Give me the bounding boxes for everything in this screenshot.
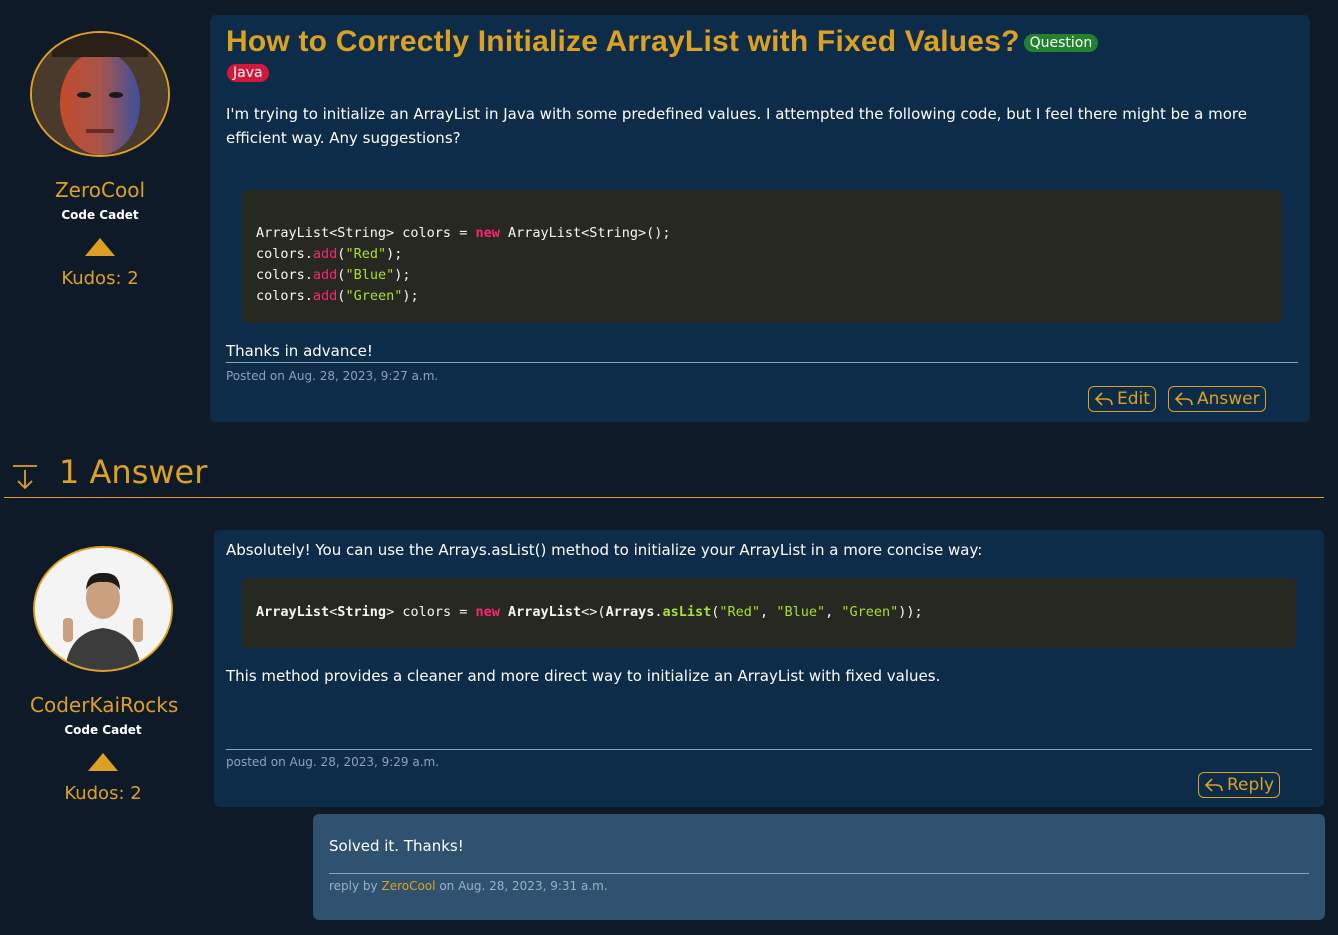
avatar[interactable] bbox=[33, 546, 173, 672]
edit-button-label: Edit bbox=[1117, 389, 1150, 409]
question-code-block: ArrayList<String> colors = new ArrayList… bbox=[242, 190, 1282, 323]
avatar[interactable] bbox=[30, 31, 170, 157]
question-timestamp: Posted on Aug. 28, 2023, 9:27 a.m. bbox=[226, 369, 439, 383]
reply-meta: reply by ZeroCool on Aug. 28, 2023, 9:31… bbox=[329, 879, 608, 893]
question-body-outro: Thanks in advance! bbox=[226, 342, 373, 360]
reply-arrow-icon bbox=[1174, 392, 1193, 406]
answers-header: 1 Answer bbox=[4, 450, 1324, 498]
answer-timestamp: posted on Aug. 28, 2023, 9:29 a.m. bbox=[226, 755, 440, 769]
question-title-text: How to Correctly Initialize ArrayList wi… bbox=[226, 25, 1020, 58]
tag-java[interactable]: Java bbox=[227, 63, 269, 82]
kudos-count: Kudos: 2 bbox=[61, 268, 139, 289]
reply-button[interactable]: Reply bbox=[1198, 772, 1281, 798]
edit-button[interactable]: Edit bbox=[1088, 386, 1156, 412]
author-name[interactable]: CoderKaiRocks bbox=[30, 693, 178, 717]
reply-author-link[interactable]: ZeroCool bbox=[381, 879, 435, 893]
reply-arrow-icon bbox=[1094, 392, 1113, 406]
author-name[interactable]: ZeroCool bbox=[28, 178, 172, 202]
reply-button-label: Reply bbox=[1227, 775, 1275, 795]
divider bbox=[226, 362, 1298, 363]
avatar-image bbox=[32, 33, 168, 155]
question-body-intro: I'm trying to initialize an ArrayList in… bbox=[226, 105, 1247, 147]
answer-author-panel: CoderKaiRocks Code Cadet Kudos: 2 bbox=[30, 546, 178, 804]
kudos-count: Kudos: 2 bbox=[64, 783, 142, 804]
question-title: How to Correctly Initialize ArrayList wi… bbox=[226, 25, 1294, 58]
kudos-upvote-icon[interactable] bbox=[88, 753, 118, 771]
answer-body-intro: Absolutely! You can use the Arrays.asLis… bbox=[226, 541, 983, 559]
answer-body-outro: This method provides a cleaner and more … bbox=[226, 667, 941, 685]
sort-down-icon[interactable] bbox=[10, 462, 40, 492]
answer-card: Absolutely! You can use the Arrays.asLis… bbox=[214, 530, 1324, 807]
answer-code-block: ArrayList<String> colors = new ArrayList… bbox=[242, 578, 1296, 648]
divider bbox=[226, 749, 1312, 750]
question-type-badge: Question bbox=[1023, 33, 1099, 52]
avatar-image bbox=[35, 548, 171, 670]
answer-button[interactable]: Answer bbox=[1168, 386, 1266, 412]
reply-arrow-icon bbox=[1204, 778, 1223, 792]
kudos-upvote-icon[interactable] bbox=[85, 238, 115, 256]
question-card: How to Correctly Initialize ArrayList wi… bbox=[210, 15, 1310, 422]
question-author-panel: ZeroCool Code Cadet Kudos: 2 bbox=[28, 31, 172, 289]
author-rank: Code Cadet bbox=[64, 723, 142, 737]
reply-card: Solved it. Thanks! reply by ZeroCool on … bbox=[313, 814, 1325, 920]
reply-timestamp: on Aug. 28, 2023, 9:31 a.m. bbox=[439, 879, 608, 893]
reply-prefix: reply by bbox=[329, 879, 378, 893]
answer-button-label: Answer bbox=[1197, 389, 1260, 409]
divider bbox=[329, 873, 1309, 874]
answers-count: 1 Answer bbox=[59, 453, 208, 491]
reply-text: Solved it. Thanks! bbox=[329, 837, 464, 855]
author-rank: Code Cadet bbox=[61, 208, 139, 222]
